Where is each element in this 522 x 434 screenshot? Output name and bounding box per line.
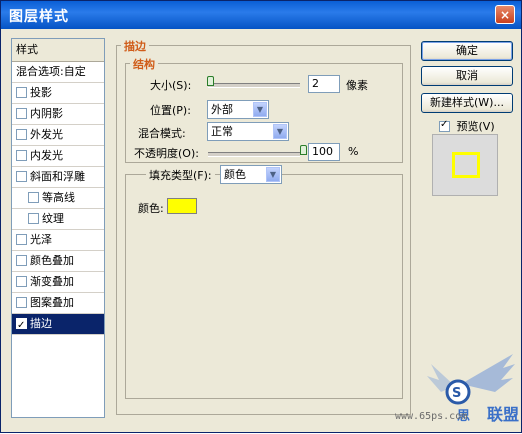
- style-item-label: 内阴影: [30, 107, 63, 120]
- opacity-label: 不透明度(O):: [134, 147, 199, 160]
- fill-type-value: 颜色: [224, 168, 246, 181]
- size-input[interactable]: 2: [308, 75, 340, 93]
- position-select[interactable]: 外部 ▼: [207, 100, 269, 119]
- chevron-down-icon[interactable]: ▼: [273, 124, 287, 139]
- style-item-texture[interactable]: 纹理: [12, 209, 104, 230]
- style-item-label: 内发光: [30, 149, 63, 162]
- preview-checkbox[interactable]: [439, 119, 450, 132]
- close-button[interactable]: ×: [495, 5, 515, 24]
- style-item-label: 纹理: [42, 212, 64, 225]
- style-item-label: 描边: [30, 317, 52, 330]
- site-watermark: S 思 联盟 www.65ps.com: [391, 346, 519, 431]
- style-item-drop-shadow[interactable]: 投影: [12, 83, 104, 104]
- size-slider[interactable]: [208, 83, 300, 88]
- color-label: 颜色:: [138, 202, 164, 215]
- styles-header[interactable]: 样式: [12, 39, 104, 62]
- style-item-label: 颜色叠加: [30, 254, 74, 267]
- size-unit: 像素: [346, 79, 368, 92]
- opacity-slider-thumb[interactable]: [300, 145, 307, 155]
- close-icon: ×: [499, 8, 511, 22]
- style-item-inner-shadow[interactable]: 内阴影: [12, 104, 104, 125]
- style-item-color-overlay[interactable]: 颜色叠加: [12, 251, 104, 272]
- size-slider-thumb[interactable]: [207, 76, 214, 86]
- checkbox-icon[interactable]: [16, 107, 27, 119]
- style-item-stroke[interactable]: 描边: [12, 314, 104, 336]
- structure-group: 结构 大小(S): 2 像素 位置(P): 外部 ▼ 混合模式: 正常 ▼ 不透…: [125, 56, 403, 163]
- size-label: 大小(S):: [150, 79, 192, 92]
- style-item-bevel-emboss[interactable]: 斜面和浮雕: [12, 167, 104, 188]
- blending-options-item[interactable]: 混合选项:自定: [12, 62, 104, 83]
- checkbox-icon[interactable]: [16, 149, 27, 161]
- position-value: 外部: [211, 103, 233, 116]
- chevron-down-icon[interactable]: ▼: [253, 102, 267, 117]
- stroke-group: 描边 结构 大小(S): 2 像素 位置(P): 外部 ▼ 混合模式: 正常 ▼…: [116, 38, 411, 415]
- preview-stroke-swatch: [452, 152, 480, 178]
- window-title: 图层样式: [9, 9, 69, 25]
- checkbox-icon[interactable]: [16, 254, 27, 266]
- position-label: 位置(P):: [150, 104, 191, 117]
- fill-type-group: 填充类型(F): 颜色 ▼ 颜色:: [125, 165, 403, 399]
- style-item-contour[interactable]: 等高线: [12, 188, 104, 209]
- color-swatch[interactable]: [167, 198, 197, 214]
- checkbox-icon[interactable]: [16, 275, 27, 287]
- title-bar[interactable]: 图层样式 ×: [1, 1, 521, 29]
- checkbox-icon[interactable]: [16, 86, 27, 98]
- style-item-inner-glow[interactable]: 内发光: [12, 146, 104, 167]
- styles-list: 样式 混合选项:自定 投影 内阴影 外发光 内发光 斜面和浮雕 等高线 纹理 光…: [11, 38, 105, 418]
- style-item-label: 等高线: [42, 191, 75, 204]
- blend-mode-value: 正常: [211, 125, 233, 138]
- preview-checkbox-row[interactable]: 预览(V): [439, 118, 495, 134]
- checkbox-icon[interactable]: [28, 191, 39, 203]
- cancel-button[interactable]: 取消: [421, 66, 513, 86]
- chevron-down-icon[interactable]: ▼: [266, 167, 280, 182]
- checkbox-icon[interactable]: [16, 170, 27, 182]
- style-item-pattern-overlay[interactable]: 图案叠加: [12, 293, 104, 314]
- checkbox-icon[interactable]: [16, 233, 27, 245]
- style-item-label: 投影: [30, 86, 52, 99]
- style-item-gradient-overlay[interactable]: 渐变叠加: [12, 272, 104, 293]
- structure-group-title: 结构: [130, 56, 158, 72]
- checkbox-icon[interactable]: [16, 296, 27, 308]
- style-item-label: 渐变叠加: [30, 275, 74, 288]
- blend-mode-select[interactable]: 正常 ▼: [207, 122, 289, 141]
- opacity-input[interactable]: 100: [308, 143, 340, 161]
- fill-type-label: 填充类型(F):: [146, 167, 215, 183]
- opacity-slider[interactable]: [208, 152, 300, 157]
- layer-style-dialog: 图层样式 × 样式 混合选项:自定 投影 内阴影 外发光 内发光 斜面和浮雕 等…: [0, 0, 522, 433]
- blend-mode-label: 混合模式:: [138, 127, 186, 140]
- ok-button[interactable]: 确定: [421, 41, 513, 61]
- preview-label: 预览(V): [456, 120, 495, 133]
- style-item-label: 外发光: [30, 128, 63, 141]
- style-item-label: 斜面和浮雕: [30, 170, 85, 183]
- svg-text:联盟: 联盟: [487, 405, 519, 424]
- fill-type-select[interactable]: 颜色 ▼: [220, 165, 282, 184]
- watermark-text: www.65ps.com: [395, 411, 468, 422]
- style-item-label: 图案叠加: [30, 296, 74, 309]
- stroke-group-title: 描边: [121, 38, 149, 54]
- style-item-satin[interactable]: 光泽: [12, 230, 104, 251]
- style-item-outer-glow[interactable]: 外发光: [12, 125, 104, 146]
- style-preview: [432, 134, 498, 196]
- checkbox-icon[interactable]: [28, 212, 39, 224]
- checkbox-checked-icon[interactable]: [16, 316, 27, 336]
- svg-text:S: S: [452, 386, 461, 401]
- opacity-unit: %: [348, 145, 359, 158]
- new-style-button[interactable]: 新建样式(W)...: [421, 93, 513, 113]
- checkbox-icon[interactable]: [16, 128, 27, 140]
- style-item-label: 光泽: [30, 233, 52, 246]
